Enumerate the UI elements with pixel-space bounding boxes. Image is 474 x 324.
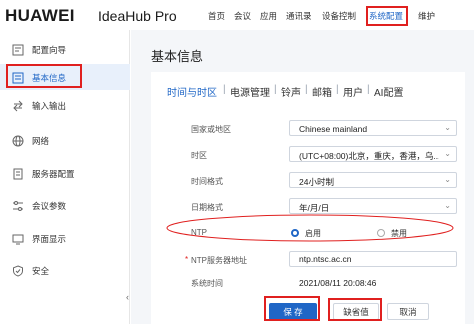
- sidebar-item-label: 配置向导: [32, 45, 67, 55]
- sidebar-item-label: 安全: [32, 266, 50, 276]
- nav-highlight-box: [366, 6, 408, 26]
- ntp-highlight-ellipse: [166, 214, 454, 242]
- io-icon: [13, 100, 23, 112]
- date-format-select[interactable]: 年/月/日 ⌄: [289, 198, 457, 214]
- nav-device-control[interactable]: 设备控制: [322, 10, 356, 22]
- tab-user[interactable]: 用户: [343, 84, 363, 99]
- time-format-select[interactable]: 24小时制 ⌄: [289, 172, 457, 188]
- country-select[interactable]: Chinese mainland ⌄: [289, 120, 457, 136]
- chevron-down-icon: ⌄: [444, 123, 451, 132]
- nav-apps[interactable]: 应用: [260, 10, 277, 22]
- timezone-label: 时区: [191, 151, 207, 160]
- sidebar-item-wizard[interactable]: 配置向导: [0, 36, 130, 62]
- tab-mailbox[interactable]: 邮箱: [312, 84, 332, 99]
- globe-icon: [12, 135, 24, 147]
- date-format-label: 日期格式: [191, 203, 223, 212]
- sidebar-item-display[interactable]: 界面显示: [0, 225, 130, 251]
- timezone-value: (UTC+08:00)北京，重庆，香港，乌...: [299, 151, 439, 161]
- sidebar-item-io[interactable]: 输入输出: [0, 92, 130, 118]
- chevron-down-icon: ⌄: [444, 175, 451, 184]
- nav-meeting[interactable]: 会议: [234, 10, 251, 22]
- nav-maintenance[interactable]: 维护: [418, 10, 435, 22]
- cancel-button[interactable]: 取消: [387, 303, 429, 320]
- system-time-value: 2021/08/11 20:08:46: [299, 278, 377, 288]
- sidebar-item-label: 会议参数: [32, 201, 67, 211]
- sidebar-highlight-box: [6, 64, 82, 88]
- page-title: 基本信息: [151, 49, 204, 64]
- time-format-value: 24小时制: [299, 177, 334, 187]
- sidebar-item-label: 网络: [32, 136, 50, 146]
- display-icon: [12, 234, 24, 245]
- product-name: IdeaHub Pro: [98, 8, 177, 24]
- tab-separator: |: [336, 84, 339, 95]
- nav-home[interactable]: 首页: [208, 10, 225, 22]
- country-value: Chinese mainland: [299, 124, 368, 134]
- chevron-down-icon: ⌄: [444, 201, 451, 210]
- system-time-label: 系统时间: [191, 279, 223, 288]
- time-format-label: 时间格式: [191, 177, 223, 186]
- tab-ringtone[interactable]: 铃声: [281, 84, 301, 99]
- tab-separator: |: [305, 84, 308, 95]
- required-mark: *: [185, 255, 189, 264]
- sidebar-item-server[interactable]: 服务器配置: [0, 160, 130, 186]
- chevron-down-icon: ⌄: [444, 149, 451, 158]
- tab-separator: |: [223, 84, 226, 95]
- wizard-icon: [12, 44, 24, 56]
- sidebar-item-label: 界面显示: [32, 234, 67, 244]
- settings-card: 时间与时区 | 电源管理 | 铃声 | 邮箱 | 用户 | AI配置 国家或地区…: [151, 72, 465, 324]
- default-highlight-box: [328, 298, 382, 321]
- server-icon: [13, 168, 23, 180]
- tab-ai-config[interactable]: AI配置: [374, 84, 403, 99]
- main-content: 基本信息 时间与时区 | 电源管理 | 铃声 | 邮箱 | 用户 | AI配置 …: [131, 30, 474, 324]
- tab-separator: |: [367, 84, 370, 95]
- ntp-server-label: NTP服务器地址: [191, 256, 247, 265]
- sidebar-item-label: 输入输出: [32, 101, 67, 111]
- sidebar-item-security[interactable]: 安全: [0, 257, 130, 283]
- brand-logo: HUAWEI: [5, 6, 75, 25]
- sliders-icon: [13, 201, 23, 211]
- tab-power[interactable]: 电源管理: [230, 84, 270, 99]
- ntp-server-input[interactable]: [289, 251, 457, 267]
- tab-time-zone[interactable]: 时间与时区: [167, 84, 217, 99]
- save-highlight-box: [264, 296, 320, 321]
- sidebar-item-meeting-params[interactable]: 会议参数: [0, 192, 130, 218]
- tab-separator: |: [274, 84, 277, 95]
- nav-contacts[interactable]: 通讯录: [286, 10, 312, 22]
- sidebar-item-label: 服务器配置: [32, 169, 75, 179]
- shield-icon: [13, 265, 23, 277]
- sidebar-item-network[interactable]: 网络: [0, 127, 130, 153]
- country-label: 国家或地区: [191, 125, 231, 134]
- timezone-select[interactable]: (UTC+08:00)北京，重庆，香港，乌... ⌄: [289, 146, 457, 162]
